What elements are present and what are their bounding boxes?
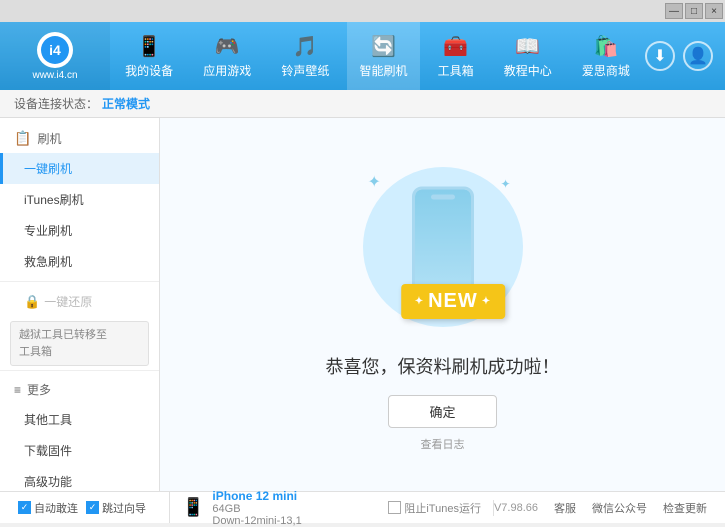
sidebar-item-other-tools[interactable]: 其他工具	[0, 404, 159, 435]
skip-wizard-checkbox[interactable]: 跳过向导	[86, 500, 146, 516]
device-icon: 📱	[182, 497, 204, 518]
check-update-link[interactable]: 检查更新	[663, 500, 707, 516]
close-button[interactable]: ×	[705, 3, 723, 19]
skip-wizard-checkbox-box[interactable]	[86, 501, 99, 514]
main-layout: 📋 刷机 一键刷机 iTunes刷机 专业刷机 救急刷机 🔒 一键还原 越狱工具…	[0, 118, 725, 491]
minimize-button[interactable]: —	[665, 3, 683, 19]
stop-itunes-area: 阻止iTunes运行	[376, 500, 494, 516]
nav-label-ringtone: 铃声壁纸	[281, 62, 329, 79]
wechat-link[interactable]: 微信公众号	[592, 500, 647, 516]
status-bar: 设备连接状态： 正常模式	[0, 90, 725, 118]
bottom-area: 自动敢连 跳过向导 📱 iPhone 12 mini 64GB Down-12m…	[0, 491, 725, 523]
device-section: 📱 iPhone 12 mini 64GB Down-12mini-13,1	[170, 492, 376, 523]
logo-text: www.i4.cn	[32, 70, 77, 81]
nav-icon-tutorial: 📖	[515, 34, 540, 59]
sidebar: 📋 刷机 一键刷机 iTunes刷机 专业刷机 救急刷机 🔒 一键还原 越狱工具…	[0, 118, 160, 491]
bottom-right: V7.98.66 客服 微信公众号 检查更新	[494, 500, 715, 516]
bottom-left: 自动敢连 跳过向导	[10, 492, 170, 523]
nav-icon-flash: 🔄	[371, 34, 396, 59]
nav-label-apps: 应用游戏	[203, 62, 251, 79]
show-log-link[interactable]: 查看日志	[421, 436, 465, 452]
nav-item-smart-flash[interactable]: 🔄 智能刷机	[347, 22, 419, 90]
nav-icon-store: 🛍️	[593, 34, 618, 59]
stop-itunes-label: 阻止iTunes运行	[404, 500, 481, 516]
nav-label-device: 我的设备	[125, 62, 173, 79]
device-storage: 64GB	[212, 503, 301, 515]
sidebar-item-one-click-restore: 🔒 一键还原	[0, 286, 159, 317]
phone-notch	[431, 195, 455, 200]
skip-wizard-label: 跳过向导	[102, 500, 146, 516]
device-firmware: Down-12mini-13,1	[212, 515, 301, 527]
new-badge: NEW	[401, 284, 505, 319]
nav-label-toolbox: 工具箱	[438, 62, 474, 79]
status-value: 正常模式	[102, 95, 150, 112]
nav-item-tutorial[interactable]: 📖 教程中心	[492, 22, 564, 90]
sidebar-divider-2	[0, 370, 159, 371]
maximize-button[interactable]: □	[685, 3, 703, 19]
nav-item-apps-games[interactable]: 🎮 应用游戏	[191, 22, 263, 90]
success-illustration: NEW ✦ ✦	[353, 157, 533, 337]
nav-label-flash: 智能刷机	[359, 62, 407, 79]
sidebar-item-advanced[interactable]: 高级功能	[0, 466, 159, 491]
nav-item-store[interactable]: 🛍️ 爱思商城	[570, 22, 642, 90]
nav-icon-toolbox: 🧰	[443, 34, 468, 59]
auto-connect-checkbox-box[interactable]	[18, 501, 31, 514]
customer-service-link[interactable]: 客服	[554, 500, 576, 516]
sidebar-divider-1	[0, 281, 159, 282]
content-area: NEW ✦ ✦ 恭喜您，保资料刷机成功啦！ 确定 查看日志	[160, 118, 725, 491]
sparkle-icon-left: ✦	[368, 172, 381, 192]
nav-items: 📱 我的设备 🎮 应用游戏 🎵 铃声壁纸 🔄 智能刷机 🧰 工具箱 📖 教程中心…	[110, 22, 645, 90]
flash-section-icon: 📋	[14, 130, 31, 147]
nav-icon-ringtone: 🎵	[293, 34, 318, 59]
sidebar-flash-section: 📋 刷机	[0, 124, 159, 153]
sidebar-more-section: ≡ 更多	[0, 375, 159, 404]
version-label: V7.98.66	[494, 502, 538, 514]
title-bar: — □ ×	[0, 0, 725, 22]
logo-area: i4 www.i4.cn	[0, 22, 110, 90]
nav-icon-device: 📱	[137, 34, 162, 59]
user-button[interactable]: 👤	[683, 41, 713, 71]
sidebar-item-one-click-flash[interactable]: 一键刷机	[0, 153, 159, 184]
nav-label-store: 爱思商城	[582, 62, 630, 79]
download-button[interactable]: ⬇	[645, 41, 675, 71]
jailbreak-notice: 越狱工具已转移至 工具箱	[10, 321, 149, 366]
sidebar-item-save-flash[interactable]: 救急刷机	[0, 246, 159, 277]
device-info: iPhone 12 mini 64GB Down-12mini-13,1	[212, 489, 301, 527]
nav-item-my-device[interactable]: 📱 我的设备	[113, 22, 185, 90]
sidebar-item-itunes-flash[interactable]: iTunes刷机	[0, 184, 159, 215]
logo-circle: i4	[37, 32, 73, 68]
phone-screen	[415, 190, 471, 294]
more-section-icon: ≡	[14, 383, 21, 397]
nav-item-ringtone[interactable]: 🎵 铃声壁纸	[269, 22, 341, 90]
success-message: 恭喜您，保资料刷机成功啦！	[326, 353, 560, 379]
confirm-button[interactable]: 确定	[388, 395, 496, 428]
more-section-label: 更多	[27, 381, 51, 398]
nav-icon-apps: 🎮	[215, 34, 240, 59]
sparkle-icon-right: ✦	[500, 177, 510, 191]
status-label: 设备连接状态：	[14, 95, 98, 112]
sidebar-item-pro-flash[interactable]: 专业刷机	[0, 215, 159, 246]
nav-right: ⬇ 👤	[645, 41, 725, 71]
phone-shape	[412, 187, 474, 297]
logo-icon: i4	[41, 36, 69, 64]
auto-connect-label: 自动敢连	[34, 500, 78, 516]
nav-label-tutorial: 教程中心	[504, 62, 552, 79]
nav-item-toolbox[interactable]: 🧰 工具箱	[426, 22, 486, 90]
stop-itunes-checkbox[interactable]	[388, 501, 401, 514]
sidebar-item-download-firmware[interactable]: 下载固件	[0, 435, 159, 466]
checkbox-group: 自动敢连 跳过向导	[10, 500, 154, 516]
flash-section-label: 刷机	[37, 130, 61, 147]
top-nav: i4 www.i4.cn 📱 我的设备 🎮 应用游戏 🎵 铃声壁纸 🔄 智能刷机…	[0, 22, 725, 90]
auto-connect-checkbox[interactable]: 自动敢连	[18, 500, 78, 516]
